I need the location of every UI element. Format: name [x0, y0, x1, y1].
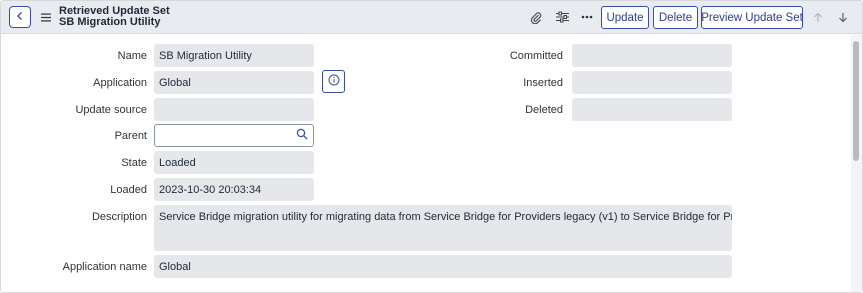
inserted-label: Inserted	[523, 77, 563, 89]
loaded-field: 2023-10-30 20:03:34	[154, 178, 314, 201]
committed-label: Committed	[509, 50, 563, 62]
sliders-icon[interactable]	[555, 10, 569, 24]
update-button[interactable]: Update	[601, 6, 649, 29]
form-title: Retrieved Update Set SB Migration Utilit…	[59, 6, 170, 28]
back-button[interactable]	[9, 6, 31, 28]
description-label: Description	[91, 211, 147, 223]
name-label: Name	[117, 50, 147, 62]
back-icon	[15, 11, 25, 24]
update-source-field	[154, 98, 314, 121]
arrow-up-icon[interactable]	[811, 10, 825, 24]
description-field: Service Bridge migration utility for mig…	[154, 205, 732, 251]
application-label: Application	[93, 77, 147, 89]
search-icon	[296, 128, 308, 143]
preview-update-set-button[interactable]: Preview Update Set	[701, 6, 803, 29]
parent-lookup-button[interactable]	[291, 124, 314, 147]
form-body: Name SB Migration Utility Committed Appl…	[1, 35, 862, 292]
parent-input[interactable]	[154, 124, 292, 147]
hamburger-menu-icon[interactable]	[39, 10, 53, 24]
parent-label: Parent	[114, 130, 147, 142]
form-header: Retrieved Update Set SB Migration Utilit…	[1, 1, 862, 34]
application-name-label: Application name	[62, 261, 147, 273]
application-field: Global	[154, 71, 314, 94]
form-window: Retrieved Update Set SB Migration Utilit…	[0, 0, 863, 293]
state-label: State	[121, 157, 147, 169]
application-info-button[interactable]	[322, 70, 345, 93]
inserted-field	[572, 71, 732, 94]
committed-field	[572, 44, 732, 67]
info-icon	[328, 74, 340, 89]
more-options-icon[interactable]	[580, 10, 594, 24]
update-source-label: Update source	[75, 104, 147, 116]
record-name-title: SB Migration Utility	[59, 16, 161, 28]
application-name-field: Global	[154, 255, 732, 278]
deleted-field	[572, 98, 732, 121]
name-field: SB Migration Utility	[154, 44, 314, 67]
state-field: Loaded	[154, 151, 314, 174]
loaded-label: Loaded	[110, 184, 147, 196]
paperclip-icon[interactable]	[529, 10, 543, 24]
arrow-down-icon[interactable]	[836, 10, 850, 24]
delete-button[interactable]: Delete	[653, 6, 698, 29]
deleted-label: Deleted	[525, 104, 563, 116]
scrollbar-thumb[interactable]	[853, 41, 859, 161]
